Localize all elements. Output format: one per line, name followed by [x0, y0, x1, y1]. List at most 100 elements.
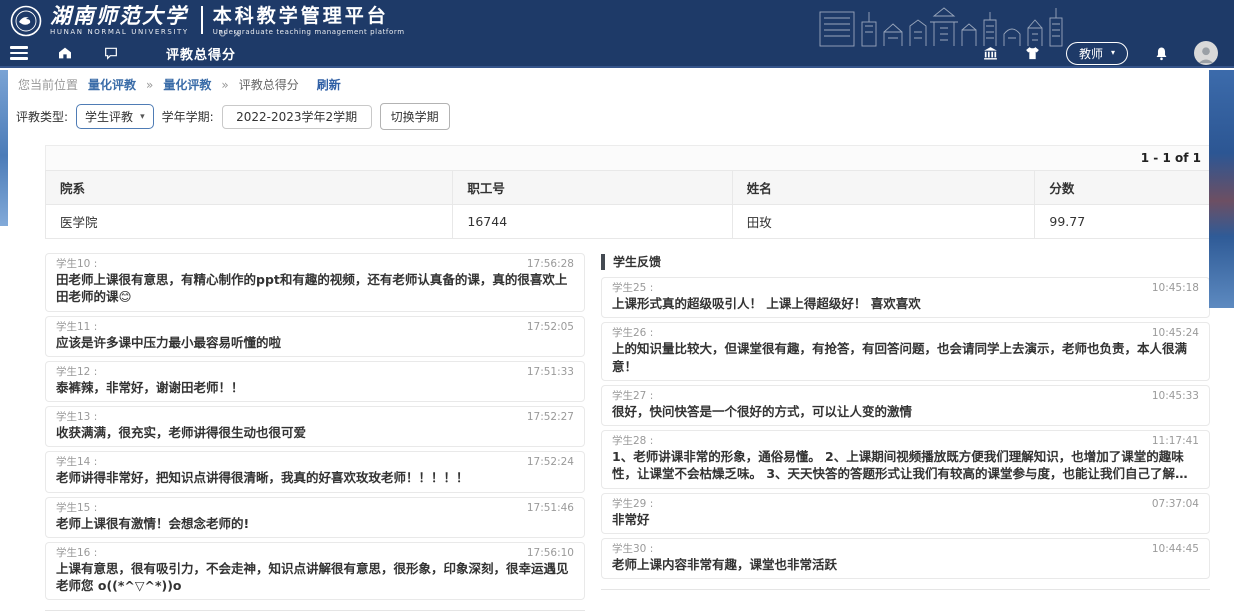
- filter-bar: 评教类型: 学生评教 ▾ 学年学期: 切换学期: [8, 98, 1209, 139]
- comment-time: 17:56:10: [527, 546, 574, 560]
- comment-author: 学生25 :: [612, 281, 653, 295]
- background-photo-strip-right: [1209, 70, 1234, 308]
- feedback-card: 学生28 : 11:17:41 1、老师讲课非常的形象，通俗易懂。 2、上课期间视…: [601, 430, 1210, 489]
- cell-score: 99.77: [1035, 205, 1210, 239]
- comment-text: 很好，快问快答是一个很好的方式，可以让人变的激情: [612, 403, 1199, 420]
- background-photo-strip-left: [0, 70, 8, 226]
- message-icon[interactable]: [102, 44, 120, 62]
- brand-divider: [201, 6, 203, 34]
- comment-text: 应该是许多课中压力最小最容易听懂的啦: [56, 334, 574, 351]
- column-header-score: 分数: [1035, 171, 1210, 205]
- comment-time: 07:37:04: [1152, 497, 1199, 511]
- comment-author: 学生28 :: [612, 434, 653, 448]
- breadcrumb-separator: »: [146, 78, 153, 92]
- header-brand-row: 湖南师范大学 HUNAN NORMAL UNIVERSITY 本科教学管理平台 …: [0, 0, 1234, 40]
- cell-staff-id: 16744: [453, 205, 732, 239]
- feedback-card: 学生26 : 10:45:24 上的知识量比较大，但课堂很有趣，有抢答，有回答问题…: [601, 322, 1210, 381]
- feedback-card: 学生30 : 10:44:45 老师上课内容非常有趣，课堂也非常活跃: [601, 538, 1210, 579]
- menu-toggle-icon[interactable]: [10, 46, 28, 60]
- comment-author: 学生15 :: [56, 501, 97, 515]
- title-accent-bar: [601, 254, 605, 270]
- pagination-info: 1 - 1 of 1: [45, 145, 1210, 170]
- home-icon[interactable]: [56, 44, 74, 62]
- term-input[interactable]: [222, 105, 372, 129]
- university-name-block: 湖南师范大学 HUNAN NORMAL UNIVERSITY: [50, 4, 189, 36]
- switch-term-button[interactable]: 切换学期: [380, 103, 450, 130]
- evaluation-type-value: 学生评教: [85, 108, 133, 125]
- comment-author: 学生12 :: [56, 365, 97, 379]
- comment-time: 17:51:33: [527, 365, 574, 379]
- cell-name: 田玫: [732, 205, 1035, 239]
- comment-time: 17:52:27: [527, 410, 574, 424]
- comment-time: 10:45:33: [1152, 389, 1199, 403]
- comment-time: 10:45:24: [1152, 326, 1199, 340]
- column-header-staff-id: 职工号: [453, 171, 732, 205]
- comment-author: 学生14 :: [56, 455, 97, 469]
- comment-author: 学生11 :: [56, 320, 97, 334]
- comment-time: 17:52:24: [527, 455, 574, 469]
- comment-text: 田老师上课很有意思，有精心制作的ppt和有趣的视频，还有老师认真备的课，真的很喜…: [56, 271, 574, 306]
- comment-time: 17:52:05: [527, 320, 574, 334]
- comment-card: 学生14 :17:52:24 老师讲得非常好，把知识点讲得很清晰，我真的好喜欢玫…: [45, 451, 585, 492]
- comment-author: 学生10 :: [56, 257, 97, 271]
- breadcrumb-prefix: 您当前位置: [18, 76, 78, 93]
- comment-time: 11:17:41: [1152, 434, 1199, 448]
- comment-time: 17:56:28: [527, 257, 574, 271]
- comment-author: 学生16 :: [56, 546, 97, 560]
- bell-icon[interactable]: [1152, 44, 1170, 62]
- comment-author: 学生27 :: [612, 389, 653, 403]
- comment-author: 学生26 :: [612, 326, 653, 340]
- refresh-link[interactable]: 刷新: [317, 76, 341, 93]
- comment-text: 泰裤辣，非常好，谢谢田老师！！: [56, 379, 574, 396]
- chevron-down-icon: ▾: [140, 112, 145, 122]
- comment-text: 老师上课内容非常有趣，课堂也非常活跃: [612, 556, 1199, 573]
- role-label: 教师: [1079, 45, 1103, 62]
- comment-time: 10:45:18: [1152, 281, 1199, 295]
- comment-card: 学生16 : 17:56:10 上课有意思，很有吸引力，不会走神，知识点讲解很有意…: [45, 542, 585, 601]
- page: 湖南师范大学 HUNAN NORMAL UNIVERSITY 本科教学管理平台 …: [0, 0, 1234, 612]
- user-avatar[interactable]: [1194, 41, 1218, 65]
- comment-card: 学生12 : 17:51:33 泰裤辣，非常好，谢谢田老师！！: [45, 361, 585, 402]
- comment-card: 学生13 : 17:52:27 收获满满，很充实，老师讲得很生动也很可爱: [45, 406, 585, 447]
- role-dropdown[interactable]: 教师 ▾: [1066, 42, 1128, 65]
- breadcrumb-link-level2[interactable]: 量化评教: [163, 76, 211, 93]
- comment-time: 17:51:46: [527, 501, 574, 515]
- column-header-name: 姓名: [732, 171, 1035, 205]
- evaluation-type-label: 评教类型:: [16, 108, 68, 125]
- tab-refresh-icon[interactable]: ↻: [218, 29, 227, 40]
- comment-author: 学生13 :: [56, 410, 97, 424]
- comment-text: 上课有意思，很有吸引力，不会走神，知识点讲解很有意思，很形象，印象深刻，很幸运遇…: [56, 560, 574, 595]
- comment-card: 学生15 :17:51:46 老师上课很有激情！会想念老师的!: [45, 497, 585, 538]
- comment-author: 学生30 :: [612, 542, 653, 556]
- comments-area: 学生10 : 17:56:28 田老师上课很有意思，有精心制作的ppt和有趣的视频…: [45, 253, 1210, 611]
- university-name-cn: 湖南师范大学: [50, 4, 189, 28]
- comment-text: 非常好: [612, 511, 1199, 528]
- feedback-title-text: 学生反馈: [613, 253, 661, 270]
- comment-text: 上课形式真的超级吸引人！ 上课上得超级好！ 喜欢喜欢: [612, 295, 1199, 312]
- column-header-department: 院系: [46, 171, 453, 205]
- breadcrumb-link-level1[interactable]: 量化评教: [88, 76, 136, 93]
- tab-evaluation-score[interactable]: 评教总得分 ↻ ×: [166, 44, 236, 63]
- app-header: 湖南师范大学 HUNAN NORMAL UNIVERSITY 本科教学管理平台 …: [0, 0, 1234, 68]
- feedback-card: 学生25 : 10:45:18 上课形式真的超级吸引人！ 上课上得超级好！ 喜欢喜…: [601, 277, 1210, 318]
- tab-label: 评教总得分: [166, 48, 236, 63]
- breadcrumb-current: 评教总得分: [239, 76, 299, 93]
- breadcrumb-separator: »: [221, 78, 228, 92]
- comment-text: 上的知识量比较大，但课堂很有趣，有抢答，有回答问题，也会请同学上去演示，老师也负…: [612, 340, 1199, 375]
- cell-department: 医学院: [46, 205, 453, 239]
- platform-name-cn: 本科教学管理平台: [213, 4, 405, 28]
- university-name-en: HUNAN NORMAL UNIVERSITY: [50, 28, 189, 36]
- comment-author: 学生29 :: [612, 497, 653, 511]
- feedback-card: 学生27 : 10:45:33 很好，快问快答是一个很好的方式，可以让人变的激情: [601, 385, 1210, 426]
- evaluation-type-select[interactable]: 学生评教 ▾: [76, 104, 154, 129]
- feedback-panel-title: 学生反馈: [601, 253, 1210, 270]
- comment-time: 10:44:45: [1152, 542, 1199, 556]
- table-row: 医学院 16744 田玫 99.77: [46, 205, 1210, 239]
- tab-actions: ↻ ×: [218, 29, 242, 40]
- comment-text: 1、老师讲课非常的形象，通俗易懂。 2、上课期间视频播放既方便我们理解知识，也增…: [612, 448, 1199, 483]
- comment-card: 学生10 : 17:56:28 田老师上课很有意思，有精心制作的ppt和有趣的视频…: [45, 253, 585, 312]
- tab-close-icon[interactable]: ×: [233, 29, 242, 40]
- feedback-card: 学生29 : 07:37:04 非常好: [601, 493, 1210, 534]
- chevron-down-icon: ▾: [1111, 49, 1115, 57]
- comment-text: 收获满满，很充实，老师讲得很生动也很可爱: [56, 424, 574, 441]
